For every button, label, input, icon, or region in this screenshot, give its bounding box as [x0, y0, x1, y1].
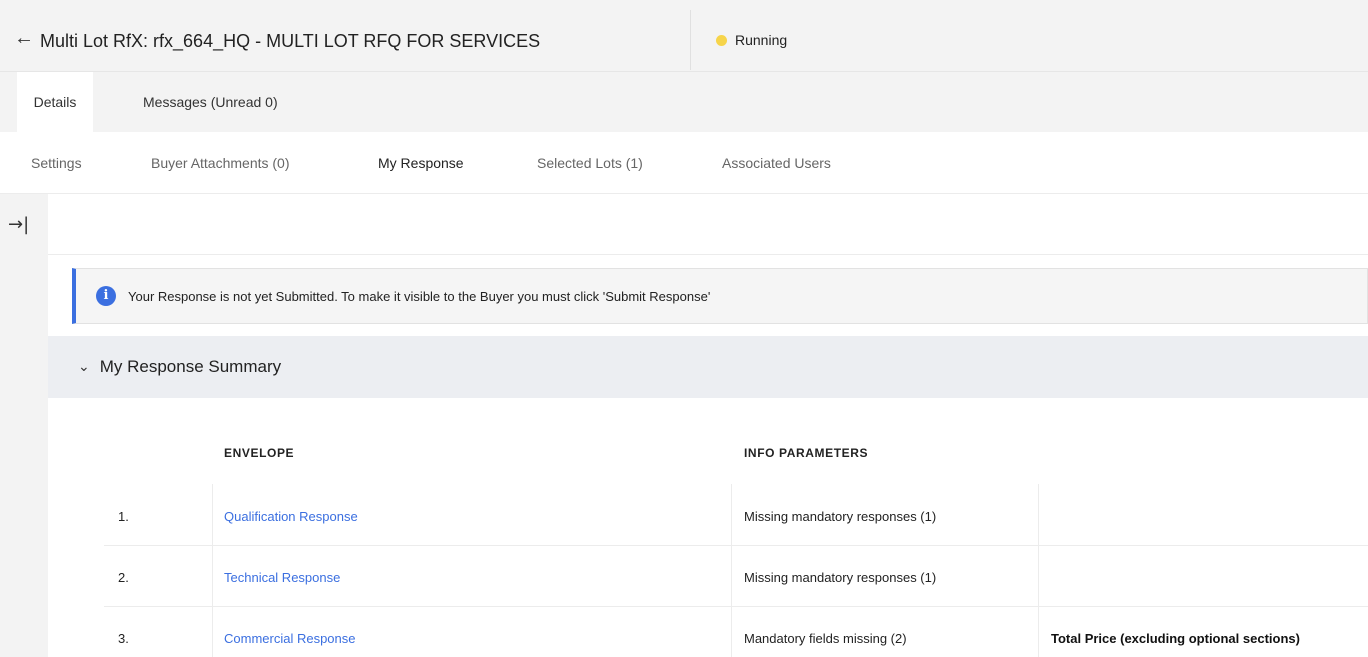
status-label: Running: [735, 32, 788, 48]
row-divider: [104, 545, 1368, 546]
info-icon: i: [96, 286, 116, 306]
tab-messages[interactable]: Messages (Unread 0): [131, 72, 290, 132]
page: ← Multi Lot RfX: rfx_664_HQ - MULTI LOT …: [0, 0, 1368, 657]
tab-label: Details: [33, 94, 77, 110]
status-dot-icon: [716, 34, 727, 46]
page-header: ← Multi Lot RfX: rfx_664_HQ - MULTI LOT …: [0, 0, 1368, 72]
summary-section-header[interactable]: ⌄ My Response Summary: [48, 336, 1368, 398]
info-parameter: Missing mandatory responses (1): [744, 570, 937, 585]
table-row: 3. Commercial Response Mandatory fields …: [104, 608, 1368, 657]
row-number: 3.: [118, 631, 129, 646]
envelope-link[interactable]: Qualification Response: [224, 486, 358, 547]
tab-selected-lots[interactable]: Selected Lots (1): [537, 132, 643, 194]
row-number: 1.: [118, 509, 129, 524]
arrow-left-icon[interactable]: ←: [14, 26, 34, 50]
tab-label: Associated Users: [722, 155, 831, 171]
info-parameter: Mandatory fields missing (2): [744, 631, 907, 646]
tab-my-response[interactable]: My Response: [378, 132, 464, 194]
tab-label: Messages (Unread 0): [143, 94, 278, 110]
row-number: 2.: [118, 570, 129, 585]
envelope-link[interactable]: Commercial Response: [224, 608, 356, 657]
primary-tabs: Details Messages (Unread 0): [0, 72, 1368, 132]
info-banner: i Your Response is not yet Submitted. To…: [72, 268, 1368, 324]
tab-details[interactable]: Details: [17, 72, 93, 132]
tab-settings[interactable]: Settings: [31, 132, 82, 194]
side-rail: →|: [0, 194, 48, 657]
envelope-link[interactable]: Technical Response: [224, 547, 340, 608]
divider: [48, 254, 1368, 255]
tab-buyer-attachments[interactable]: Buyer Attachments (0): [151, 132, 290, 194]
status-badge: Running: [716, 32, 787, 48]
info-parameter: Missing mandatory responses (1): [744, 509, 937, 524]
page-title: Multi Lot RfX: rfx_664_HQ - MULTI LOT RF…: [40, 31, 541, 51]
row-divider: [104, 606, 1368, 607]
column-header-envelope: ENVELOPE: [224, 446, 295, 460]
column-header-info-parameters: INFO PARAMETERS: [744, 446, 869, 460]
chevron-down-icon[interactable]: ⌄: [78, 359, 90, 375]
banner-text: Your Response is not yet Submitted. To m…: [128, 288, 711, 304]
table-row: 1. Qualification Response Missing mandat…: [104, 486, 1368, 547]
arrow-to-right-icon[interactable]: →|: [8, 214, 29, 235]
summary-title: My Response Summary: [99, 357, 282, 376]
table-row: 2. Technical Response Missing mandatory …: [104, 547, 1368, 608]
tab-label: Settings: [31, 155, 82, 171]
total-price-label: Total Price (excluding optional sections…: [1051, 631, 1300, 646]
tab-label: Selected Lots (1): [537, 155, 643, 171]
tab-associated-users[interactable]: Associated Users: [722, 132, 831, 194]
main-content: i Your Response is not yet Submitted. To…: [48, 194, 1368, 657]
tab-label: My Response: [378, 155, 464, 171]
tab-label: Buyer Attachments (0): [151, 155, 290, 171]
header-divider: [690, 10, 691, 70]
secondary-tabs: Settings Buyer Attachments (0) My Respon…: [0, 132, 1368, 194]
